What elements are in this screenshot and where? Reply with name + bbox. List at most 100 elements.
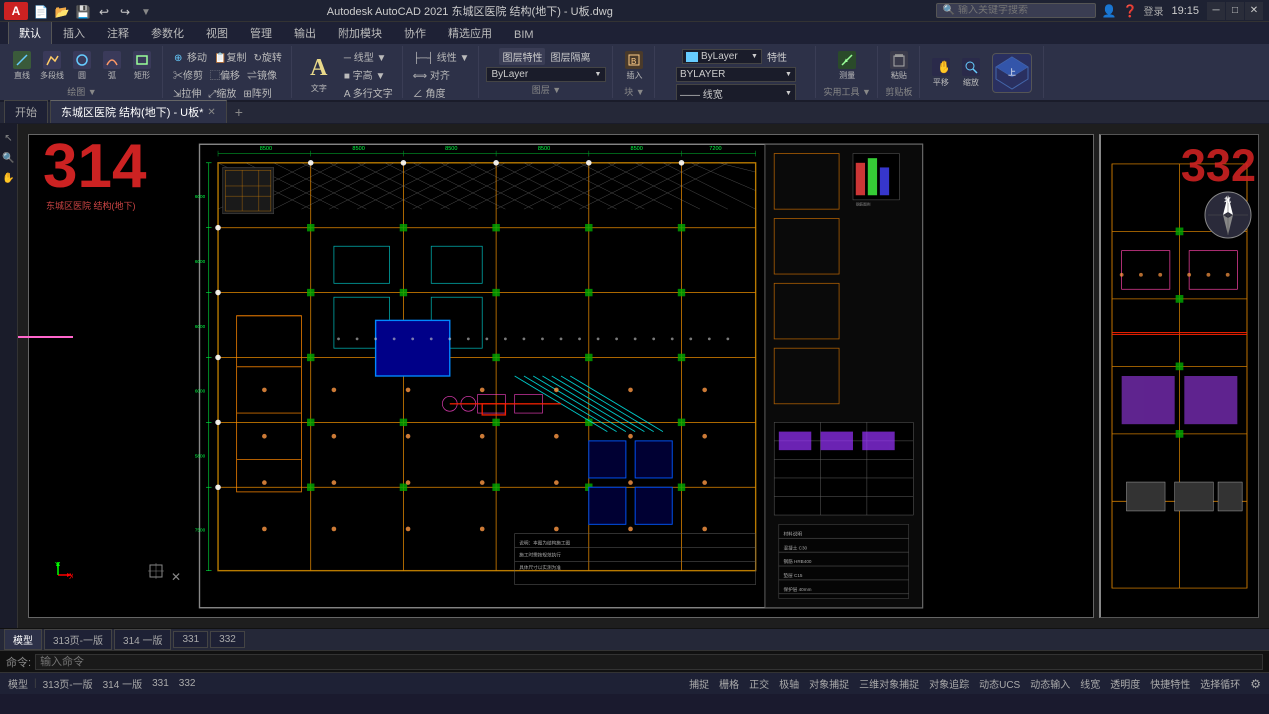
linetype-control[interactable]: BYLAYER ▼ bbox=[676, 67, 796, 82]
model-tab-model[interactable]: 模型 bbox=[4, 629, 42, 650]
tab-collaborate[interactable]: 协作 bbox=[393, 21, 437, 44]
dynin-toggle[interactable]: 动态输入 bbox=[1026, 676, 1074, 691]
polyline-btn[interactable]: 多段线 bbox=[38, 48, 66, 84]
tab-view[interactable]: 视图 bbox=[195, 21, 239, 44]
svg-text:8500: 8500 bbox=[631, 146, 643, 152]
tab-parametric[interactable]: 参数化 bbox=[140, 21, 195, 44]
zoom-tool[interactable]: 🔍 bbox=[1, 150, 17, 166]
status-page-332[interactable]: 332 bbox=[175, 678, 200, 689]
command-input[interactable] bbox=[35, 654, 1263, 670]
lineweight-control[interactable]: —— 线宽 ▼ bbox=[676, 84, 796, 100]
dim-linear-btn[interactable]: ├─┤ 线性 ▼ bbox=[410, 48, 473, 65]
svg-text:保护层 40mm: 保护层 40mm bbox=[783, 586, 811, 593]
insert-block-btn[interactable]: B 插入 bbox=[620, 48, 648, 84]
properties-btn[interactable]: 特性 bbox=[764, 48, 790, 65]
canvas-area[interactable]: 314 东城区医院 结构(地下) bbox=[18, 124, 1269, 628]
scale-btn[interactable]: ⤢缩放 bbox=[205, 84, 239, 100]
arc-btn[interactable]: 弧 bbox=[98, 48, 126, 84]
pan-btn[interactable]: ✋ 平移 bbox=[927, 55, 955, 91]
status-page-314[interactable]: 314 一版 bbox=[99, 676, 146, 691]
stretch-btn[interactable]: ⇲拉伸 bbox=[170, 84, 204, 100]
polar-toggle[interactable]: 极轴 bbox=[775, 676, 803, 691]
zoom-btn[interactable]: 缩放 bbox=[957, 55, 985, 91]
title-search-input[interactable] bbox=[958, 5, 1078, 16]
axes-indicator: X Y bbox=[43, 560, 73, 593]
dim-aligned-btn[interactable]: ⟺ 对齐 bbox=[410, 66, 473, 83]
model-tab-331[interactable]: 331 bbox=[173, 631, 208, 648]
doc-tab-active[interactable]: 东城区医院 结构(地下) - U板* ✕ bbox=[50, 100, 227, 123]
text-height-btn[interactable]: ■ 字高 ▼ bbox=[341, 66, 396, 83]
save-btn[interactable]: 💾 bbox=[74, 3, 92, 21]
status-gear[interactable]: ⚙ bbox=[1246, 677, 1265, 691]
signin-btn[interactable]: 登录 bbox=[1143, 3, 1163, 18]
move-btn[interactable]: ⊕移动 bbox=[170, 48, 210, 65]
3dosnap-toggle[interactable]: 三维对象捕捉 bbox=[855, 676, 923, 691]
user-icon[interactable]: 👤 bbox=[1102, 4, 1117, 18]
otrack-toggle[interactable]: 对象追踪 bbox=[925, 676, 973, 691]
restore-btn[interactable]: □ bbox=[1226, 2, 1244, 20]
status-page-313[interactable]: 313页-一版 bbox=[39, 676, 97, 691]
mirror-btn[interactable]: ⇌镜像 bbox=[244, 66, 280, 83]
title-search-bar[interactable]: 🔍 bbox=[936, 3, 1096, 18]
autocad-logo[interactable]: A bbox=[4, 2, 28, 20]
select-tool[interactable]: ↖ bbox=[1, 130, 17, 146]
model-tab-314[interactable]: 314 一版 bbox=[114, 629, 171, 650]
layer-isolate-btn[interactable]: 图层隔离 bbox=[547, 48, 593, 65]
pan-tool[interactable]: ✋ bbox=[1, 170, 17, 186]
qprops-toggle[interactable]: 快捷特性 bbox=[1146, 676, 1194, 691]
minimize-btn[interactable]: ─ bbox=[1207, 2, 1225, 20]
color-control[interactable]: ByLayer ▼ bbox=[682, 49, 762, 64]
multitext-btn[interactable]: A 多行文字 bbox=[341, 84, 396, 100]
model-tab-332[interactable]: 332 bbox=[210, 631, 245, 648]
selcycle-toggle[interactable]: 选择循环 bbox=[1196, 676, 1244, 691]
status-model[interactable]: 模型 bbox=[4, 676, 32, 691]
text-style-btn[interactable]: ─ 线型 ▼ bbox=[341, 48, 396, 65]
ribbon-group-block: B 插入 块 ▼ bbox=[614, 46, 655, 98]
svg-text:8500: 8500 bbox=[538, 146, 550, 152]
ortho-toggle[interactable]: 正交 bbox=[745, 676, 773, 691]
qa-more-btn[interactable]: ▼ bbox=[137, 3, 155, 21]
tab-insert[interactable]: 插入 bbox=[52, 21, 96, 44]
layer-btn[interactable]: 图层特性 bbox=[499, 48, 545, 65]
tab-featured[interactable]: 精选应用 bbox=[437, 21, 503, 44]
new-file-btn[interactable]: 📄 bbox=[32, 3, 50, 21]
tab-output[interactable]: 输出 bbox=[283, 21, 327, 44]
model-tab-313[interactable]: 313页-一版 bbox=[44, 629, 112, 650]
copy-btn[interactable]: 📋复制 bbox=[211, 48, 249, 65]
grid-toggle[interactable]: 栅格 bbox=[715, 676, 743, 691]
new-tab-btn[interactable]: + bbox=[229, 101, 249, 123]
trim-btn[interactable]: ✂修剪 bbox=[170, 66, 206, 83]
layer-dropdown[interactable]: ByLayer ▼ bbox=[486, 67, 606, 82]
tab-annotate[interactable]: 注释 bbox=[96, 21, 140, 44]
tab-manage[interactable]: 管理 bbox=[239, 21, 283, 44]
doc-tab-close-btn[interactable]: ✕ bbox=[207, 107, 215, 118]
circle-btn[interactable]: 圆 bbox=[68, 48, 96, 84]
array-btn[interactable]: ⊞阵列 bbox=[240, 84, 274, 100]
ducs-toggle[interactable]: 动态UCS bbox=[975, 676, 1024, 691]
undo-btn[interactable]: ↩ bbox=[95, 3, 113, 21]
status-page-331[interactable]: 331 bbox=[148, 678, 173, 689]
rotate-btn[interactable]: ↻旋转 bbox=[250, 48, 284, 65]
close-btn[interactable]: ✕ bbox=[1245, 2, 1263, 20]
tab-addins[interactable]: 附加模块 bbox=[327, 21, 393, 44]
offset-btn[interactable]: ⬚偏移 bbox=[207, 66, 243, 83]
navcube-btn[interactable]: 上 bbox=[987, 48, 1037, 98]
measure-btn[interactable]: ▲ 测量 bbox=[833, 48, 861, 84]
lweight-toggle[interactable]: 线宽 bbox=[1076, 676, 1104, 691]
line-btn[interactable]: 直线 bbox=[8, 48, 36, 84]
tab-default[interactable]: 默认 bbox=[8, 21, 52, 44]
redo-btn[interactable]: ↪ bbox=[116, 3, 134, 21]
dim-angular-btn[interactable]: ∠ 角度 bbox=[410, 84, 473, 100]
cad-viewport-main[interactable]: 说明：本图为结构施工图 施工时需按规范执行 具体尺寸以实测为准 bbox=[28, 134, 1094, 618]
open-file-btn[interactable]: 📂 bbox=[53, 3, 71, 21]
rect-btn[interactable]: 矩形 bbox=[128, 48, 156, 84]
transparency-toggle[interactable]: 透明度 bbox=[1106, 676, 1144, 691]
help-icon[interactable]: ❓ bbox=[1123, 4, 1138, 18]
cad-viewport-secondary[interactable]: 332 N 北 bbox=[1099, 134, 1259, 618]
paste-btn[interactable]: 粘贴 bbox=[885, 48, 913, 84]
doc-tab-start[interactable]: 开始 bbox=[4, 100, 48, 123]
snap-toggle[interactable]: 捕捉 bbox=[685, 676, 713, 691]
tab-bim[interactable]: BIM bbox=[503, 25, 545, 44]
text-btn[interactable]: A 文字 bbox=[299, 57, 339, 93]
osnap-toggle[interactable]: 对象捕捉 bbox=[805, 676, 853, 691]
